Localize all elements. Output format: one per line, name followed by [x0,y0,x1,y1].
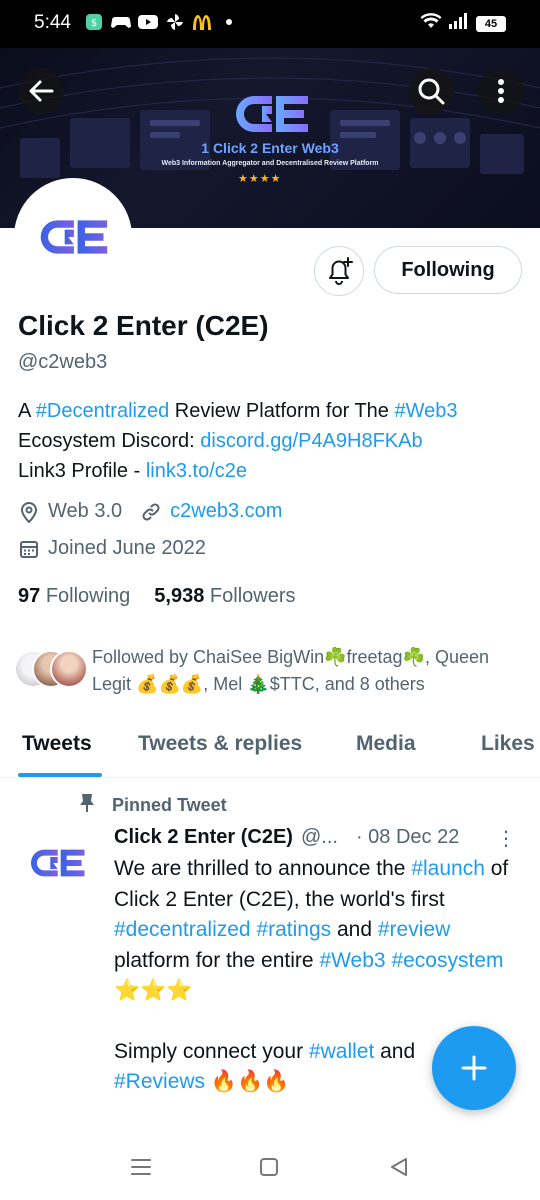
followers-count-link[interactable]: 5,938 Followers [154,585,295,608]
hashtag-review[interactable]: #review [378,918,450,941]
search-button[interactable] [408,68,454,114]
square-icon [260,1158,278,1176]
hashtag-decentralized[interactable]: #decentralized [114,918,251,941]
tab-likes[interactable]: Likes [481,732,535,756]
hashtag-decentralized[interactable]: #Decentralized [36,400,169,422]
profile-website-link[interactable]: c2web3.com [170,500,282,523]
hashtag-web3[interactable]: #Web3 [319,949,385,972]
game-controller-icon [111,12,131,32]
banner-title: 1 Click 2 Enter Web3 [201,140,339,156]
calendar-icon [18,538,40,560]
notification-icons: $ [84,12,239,32]
wifi-icon [420,13,442,34]
profile-location: Web 3.0 [48,500,123,522]
back-button[interactable] [18,68,64,114]
banner-c2e-logo [236,96,308,132]
tweet-more-button[interactable]: ⋮ [496,826,516,851]
profile-joined-row: Joined June 2022 [18,537,206,560]
hashtag-web3[interactable]: #Web3 [394,400,457,422]
active-tab-indicator [18,773,102,777]
menu-lines-icon [131,1159,151,1175]
hashtag-reviews[interactable]: #Reviews [114,1070,205,1093]
profile-meta-row: Web 3.0 c2web3.com [18,500,282,523]
followed-by-avatars [14,650,94,690]
banner-subtitle: Web3 Information Aggregator and Decentra… [161,160,379,167]
compose-tweet-button[interactable] [432,1026,516,1110]
dot-icon [219,12,239,32]
pinwheel-icon [165,12,185,32]
notifications-bell-button[interactable] [314,246,364,296]
c2e-logo [30,849,85,877]
app-icon: $ [84,12,104,32]
banner-stars: ★★★★ [238,173,282,185]
tweet-date[interactable]: · 08 Dec 22 [356,826,459,849]
home-button[interactable] [256,1154,282,1180]
hashtag-launch[interactable]: #launch [411,857,485,880]
plus-icon [461,1055,487,1081]
follow-counts: 97 Following 5,938 Followers [18,585,296,608]
mcdonalds-icon [192,12,212,32]
battery-icon: 45 [476,15,506,32]
following-count-link[interactable]: 97 Following [18,585,130,608]
hashtag-ratings[interactable]: #ratings [256,918,331,941]
hashtag-wallet[interactable]: #wallet [309,1040,374,1063]
arrow-left-icon [29,80,54,102]
followed-by-section[interactable]: Followed by ChaiSee BigWin☘️freetag☘️, Q… [14,644,534,700]
link-icon [140,501,162,523]
profile-bio: A #Decentralized Review Platform for The… [18,400,458,482]
pinned-tweet-label: Pinned Tweet [78,793,227,818]
follower-avatar-3 [50,650,88,688]
profile-joined-date: Joined June 2022 [48,537,206,559]
followed-by-text: Followed by ChaiSee BigWin☘️freetag☘️, Q… [92,647,490,694]
bell-plus-icon [329,257,353,285]
tweet-author-handle: @... [300,826,338,848]
profile-handle: @c2web3 [18,351,108,373]
svg-text:$: $ [91,18,97,29]
c2e-logo [40,220,108,254]
triangle-back-icon [391,1158,407,1176]
more-options-button[interactable] [478,68,524,114]
youtube-icon [138,12,158,32]
following-button[interactable]: Following [374,246,522,294]
hashtag-ecosystem[interactable]: #ecosystem [391,949,503,972]
back-nav-button[interactable] [386,1154,412,1180]
status-bar: 5:44 $ 45 [0,0,540,48]
tweet-paragraph-1: We are thrilled to announce the #launch … [114,857,509,1002]
profile-tabs: Tweets Tweets & replies Media Likes [0,718,540,778]
tab-tweets-replies[interactable]: Tweets & replies [138,732,302,756]
link3-link[interactable]: link3.to/c2e [146,460,247,482]
more-vertical-icon [498,79,504,103]
location-pin-icon [18,501,40,523]
profile-name: Click 2 Enter (C2E) [18,310,269,341]
discord-link[interactable]: discord.gg/P4A9H8FKAb [200,430,422,452]
tweet-header: Click 2 Enter (C2E) @... · 08 Dec 22 ⋮ [114,826,526,851]
tab-media[interactable]: Media [356,732,416,756]
profile-avatar[interactable] [14,178,132,296]
android-navigation-bar [0,1134,540,1200]
status-time: 5:44 [34,12,71,33]
pin-icon [78,793,96,818]
signal-icon [449,13,469,34]
tab-tweets[interactable]: Tweets [22,732,92,756]
tweet-author-name[interactable]: Click 2 Enter (C2E) [114,826,293,849]
system-status-icons: 45 [420,13,506,34]
tweet-author-avatar[interactable] [28,846,88,896]
search-icon [418,78,445,105]
recent-apps-button[interactable] [128,1154,154,1180]
